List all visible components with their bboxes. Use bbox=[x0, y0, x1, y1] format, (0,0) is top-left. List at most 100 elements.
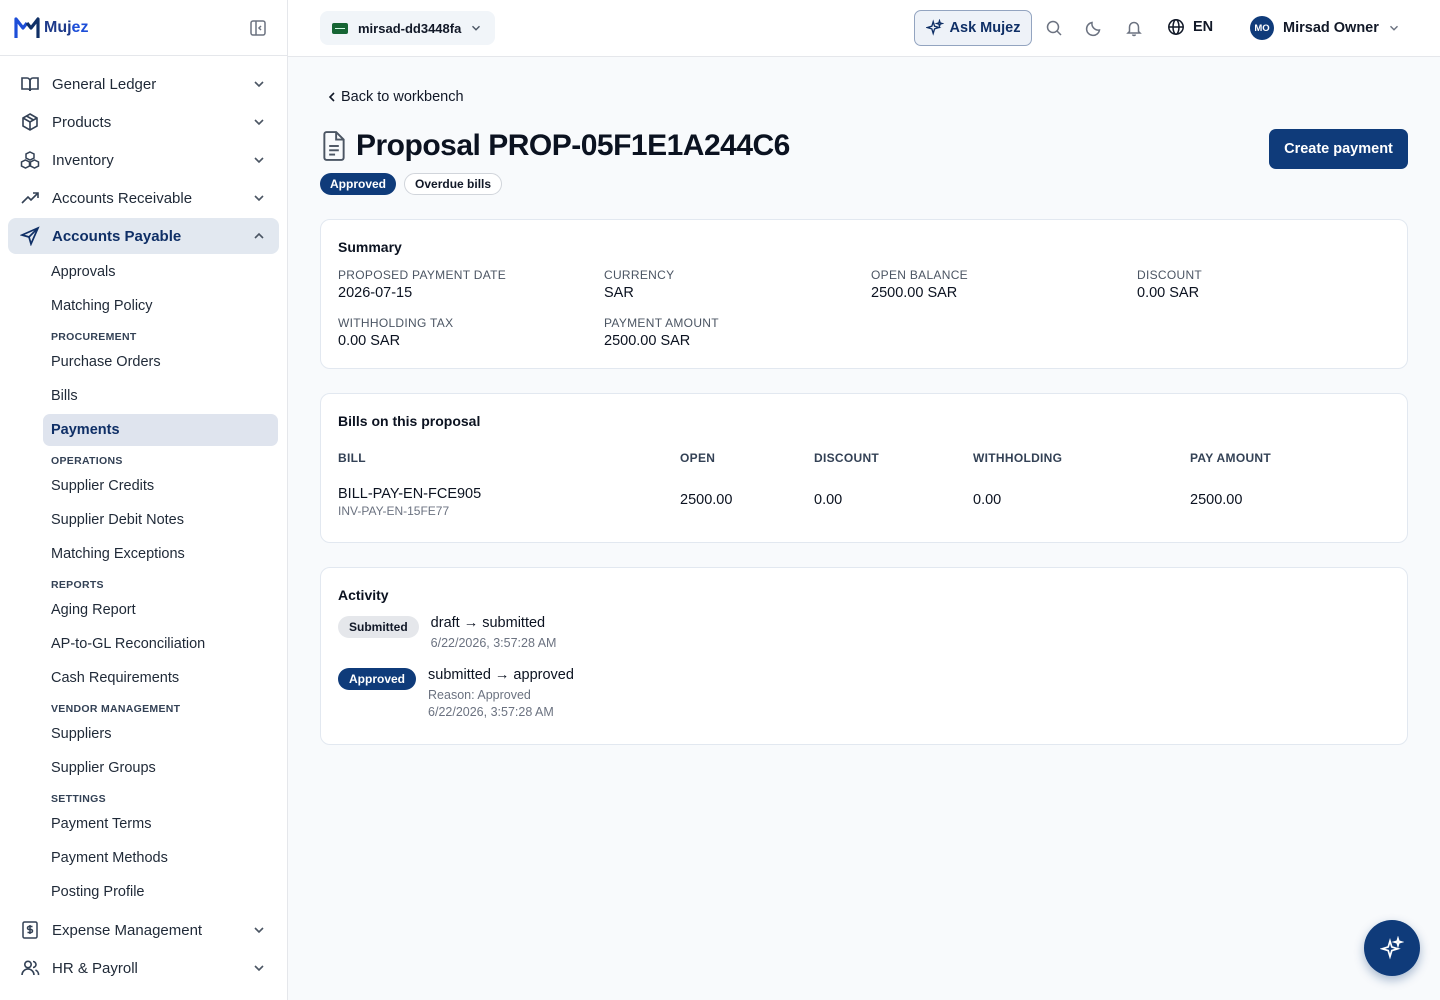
card-title: Bills on this proposal bbox=[338, 413, 481, 429]
sidebar-item-accounts-receivable[interactable]: Accounts Receivable bbox=[8, 180, 279, 216]
sidebar-item-ap-gl-reconciliation[interactable]: AP-to-GL Reconciliation bbox=[43, 628, 278, 660]
bills-card: Bills on this proposal BILL OPEN DISCOUN… bbox=[320, 393, 1408, 543]
field-open-balance: OPEN BALANCE 2500.00 SAR bbox=[871, 268, 968, 301]
avatar: MO bbox=[1250, 16, 1274, 40]
sidebar-item-general-ledger[interactable]: General Ledger bbox=[8, 66, 279, 102]
brand-name: Mujez bbox=[44, 18, 89, 36]
sidebar-item-supplier-credits[interactable]: Supplier Credits bbox=[43, 470, 278, 502]
sidebar-item-accounts-payable[interactable]: Accounts Payable bbox=[8, 218, 279, 254]
cell-withholding: 0.00 bbox=[973, 492, 1002, 508]
chevron-down-icon bbox=[254, 927, 264, 934]
card-title: Activity bbox=[338, 587, 389, 603]
sidebar-item-inventory[interactable]: Inventory bbox=[8, 142, 279, 178]
activity-entry: Submitted draft → submitted 6/22/2026, 3… bbox=[338, 615, 556, 650]
user-menu[interactable]: MO Mirsad Owner bbox=[1250, 16, 1401, 40]
sidebar-item-approvals[interactable]: Approvals bbox=[43, 256, 278, 288]
bell-icon[interactable] bbox=[1125, 19, 1143, 37]
activity-card: Activity Submitted draft → submitted 6/2… bbox=[320, 567, 1408, 745]
dollar-doc-icon bbox=[22, 921, 38, 939]
column-header-discount: DISCOUNT bbox=[814, 451, 880, 465]
section-heading-procurement: PROCUREMENT bbox=[51, 331, 137, 343]
cell-pay-amount: 2500.00 bbox=[1190, 492, 1243, 508]
field-discount: DISCOUNT 0.00 SAR bbox=[1137, 268, 1203, 301]
language-switcher[interactable]: EN bbox=[1167, 18, 1213, 36]
section-heading-operations: OPERATIONS bbox=[51, 455, 123, 467]
page-header: Proposal PROP-05F1E1A244C6 bbox=[320, 129, 790, 163]
sidebar-item-matching-exceptions[interactable]: Matching Exceptions bbox=[43, 538, 278, 570]
package-icon bbox=[22, 113, 38, 131]
card-title: Summary bbox=[338, 239, 402, 255]
search-icon[interactable] bbox=[1045, 19, 1063, 37]
book-icon bbox=[21, 77, 39, 92]
bill-invoice-ref: INV-PAY-EN-15FE77 bbox=[338, 504, 450, 518]
document-icon bbox=[323, 131, 345, 161]
back-to-workbench-link[interactable]: Back to workbench bbox=[326, 89, 464, 105]
section-heading-reports: REPORTS bbox=[51, 579, 104, 591]
sidebar-item-payments[interactable]: Payments bbox=[43, 414, 278, 446]
activity-badge-submitted: Submitted bbox=[338, 616, 419, 638]
chevron-up-icon bbox=[254, 232, 264, 239]
brand: Mujez bbox=[0, 0, 287, 56]
field-currency: CURRENCY SAR bbox=[604, 268, 675, 301]
trending-up-icon bbox=[21, 192, 39, 204]
send-icon bbox=[20, 226, 40, 246]
saudi-flag-icon bbox=[332, 22, 348, 34]
activity-timestamp: 6/22/2026, 3:57:28 AM bbox=[428, 705, 554, 719]
sidebar-item-purchase-orders[interactable]: Purchase Orders bbox=[43, 346, 278, 378]
sidebar-item-aging-report[interactable]: Aging Report bbox=[43, 594, 278, 626]
moon-icon[interactable] bbox=[1085, 19, 1103, 37]
chevron-down-icon bbox=[254, 119, 264, 126]
sparkles-icon bbox=[925, 19, 944, 36]
summary-card: Summary PROPOSED PAYMENT DATE 2026-07-15… bbox=[320, 219, 1408, 369]
topbar: mirsad-dd3448fa Ask Mujez EN MO Mirsad O… bbox=[288, 0, 1440, 57]
cell-discount: 0.00 bbox=[814, 492, 843, 508]
sidebar-item-payment-terms[interactable]: Payment Terms bbox=[43, 808, 278, 840]
section-heading-settings: SETTINGS bbox=[51, 793, 106, 805]
sidebar-item-bills[interactable]: Bills bbox=[43, 380, 278, 412]
sidebar-item-payment-methods[interactable]: Payment Methods bbox=[43, 842, 278, 874]
chevron-down-icon bbox=[254, 965, 264, 972]
sidebar-collapse-icon[interactable] bbox=[249, 19, 267, 37]
sidebar-item-cash-requirements[interactable]: Cash Requirements bbox=[43, 662, 278, 694]
activity-reason: Reason: Approved bbox=[428, 688, 531, 702]
table-row-bill[interactable]: BILL-PAY-EN-FCE905 INV-PAY-EN-15FE77 bbox=[338, 486, 481, 518]
chevron-down-icon bbox=[254, 81, 264, 88]
column-header-open: OPEN bbox=[680, 451, 716, 465]
sidebar-item-suppliers[interactable]: Suppliers bbox=[43, 718, 278, 750]
activity-badge-approved: Approved bbox=[338, 668, 417, 690]
globe-icon bbox=[1168, 19, 1184, 35]
sidebar-item-hr-payroll[interactable]: HR & Payroll bbox=[8, 950, 279, 986]
sidebar-item-supplier-groups[interactable]: Supplier Groups bbox=[43, 752, 278, 784]
boxes-icon bbox=[20, 151, 40, 169]
column-header-bill: BILL bbox=[338, 451, 366, 465]
sidebar-item-posting-profile[interactable]: Posting Profile bbox=[43, 876, 278, 908]
sidebar-item-products[interactable]: Products bbox=[8, 104, 279, 140]
users-icon bbox=[21, 960, 40, 976]
create-payment-button[interactable]: Create payment bbox=[1269, 129, 1408, 169]
column-header-pay-amount: PAY AMOUNT bbox=[1190, 451, 1272, 465]
field-payment-amount: PAYMENT AMOUNT 2500.00 SAR bbox=[604, 316, 719, 349]
activity-entry: Approved submitted → approved Reason: Ap… bbox=[338, 667, 574, 719]
chevron-down-icon bbox=[472, 25, 481, 31]
organization-switcher[interactable]: mirsad-dd3448fa bbox=[320, 11, 496, 45]
sidebar-item-matching-policy[interactable]: Matching Policy bbox=[43, 290, 278, 322]
chevron-down-icon bbox=[1389, 25, 1398, 31]
mujez-logo-icon bbox=[14, 16, 40, 38]
status-badges: Approved Overdue bills bbox=[320, 173, 510, 195]
page-title: Proposal PROP-05F1E1A244C6 bbox=[356, 129, 790, 162]
chevron-down-icon bbox=[254, 157, 264, 164]
activity-timestamp: 6/22/2026, 3:57:28 AM bbox=[430, 636, 557, 650]
assistant-fab-button[interactable] bbox=[1364, 920, 1420, 976]
sidebar-item-supplier-debit-notes[interactable]: Supplier Debit Notes bbox=[43, 504, 278, 536]
sidebar: Mujez General Ledger Products Inventory … bbox=[0, 0, 288, 1000]
chevron-left-icon bbox=[328, 92, 335, 102]
cell-open: 2500.00 bbox=[680, 492, 733, 508]
ask-mujez-button[interactable]: Ask Mujez bbox=[914, 10, 1032, 46]
sparkles-icon bbox=[1380, 936, 1404, 960]
field-proposed-payment-date: PROPOSED PAYMENT DATE 2026-07-15 bbox=[338, 268, 507, 301]
activity-transition: submitted → approved bbox=[428, 667, 574, 683]
status-badge-approved: Approved bbox=[320, 173, 397, 195]
bill-number: BILL-PAY-EN-FCE905 bbox=[338, 486, 482, 502]
sidebar-item-expense-management[interactable]: Expense Management bbox=[8, 912, 279, 948]
sidebar-nav: General Ledger Products Inventory Accoun… bbox=[0, 56, 287, 986]
